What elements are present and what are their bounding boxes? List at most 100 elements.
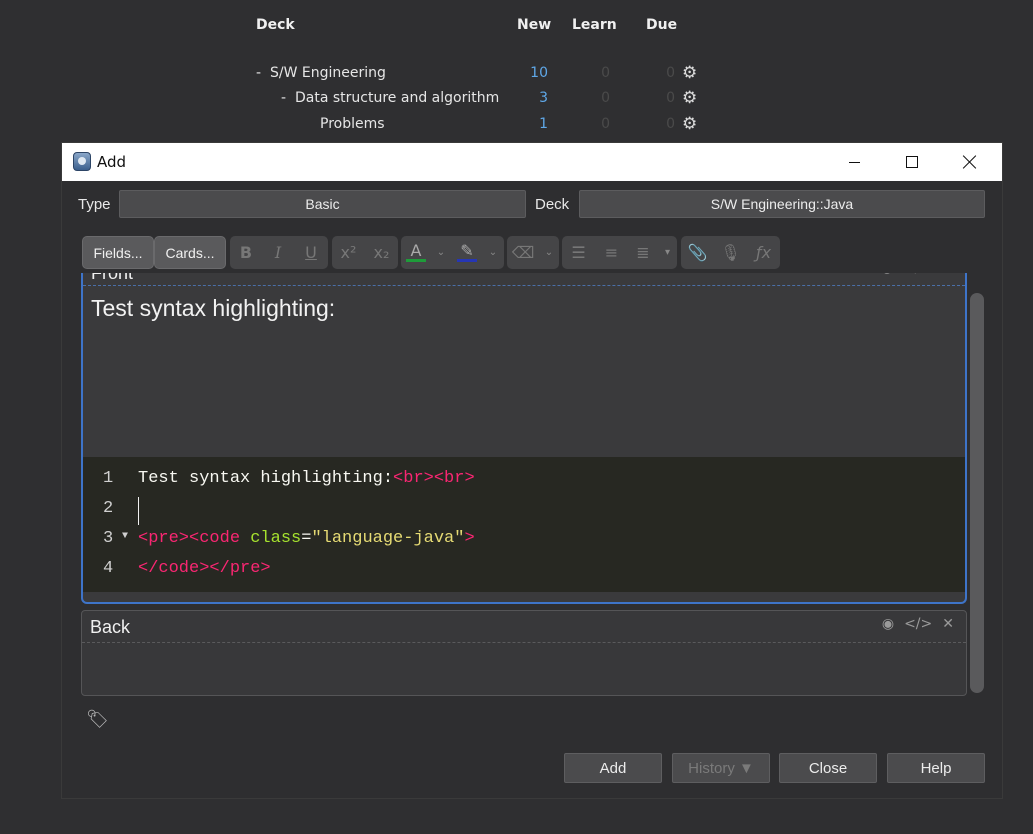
add-button[interactable]: Add (564, 753, 662, 783)
collapse-toggle[interactable]: - (281, 90, 286, 106)
code-attribute: class (250, 529, 302, 548)
due-count: 0 (666, 65, 675, 81)
close-icon (963, 155, 977, 169)
code-tag: </code></pre> (138, 559, 271, 578)
text-color-icon[interactable]: A (401, 236, 431, 269)
chevron-down-icon[interactable]: ⌄ (483, 236, 503, 269)
close-button[interactable]: Close (779, 753, 877, 783)
cards-button[interactable]: Cards... (154, 236, 226, 269)
note-type-chooser[interactable]: Basic (119, 190, 526, 218)
new-column-header: New (517, 17, 552, 33)
code-line: 2 (83, 497, 965, 529)
chevron-down-icon[interactable]: ⌄ (431, 236, 451, 269)
deck-label: Deck (535, 196, 570, 213)
code-string: "language-java" (311, 529, 465, 548)
back-field-icons: ◉ </> ✕ (882, 616, 954, 632)
window-title: Add (97, 153, 127, 171)
front-field-label: Front (91, 273, 134, 283)
chevron-down-icon[interactable]: ▾ (658, 236, 677, 269)
due-count: 0 (666, 116, 675, 132)
eraser-group: ⌫ ⌄ (507, 236, 559, 269)
subscript-icon[interactable]: x₂ (365, 236, 398, 269)
new-count: 1 (539, 116, 548, 132)
deck-name[interactable]: Problems (320, 116, 385, 132)
code-tag: <pre><code (138, 529, 251, 548)
color-group: A ⌄ ✎ ⌄ (401, 236, 504, 269)
gear-icon[interactable]: ⚙ (682, 63, 697, 83)
deck-name[interactable]: Data structure and algorithm (295, 90, 499, 106)
fields-button[interactable]: Fields... (82, 236, 154, 269)
code-plain-text: Test syntax highlighting: (138, 469, 394, 488)
deck-row[interactable]: - Data structure and algorithm 3 0 0 ⚙ (250, 88, 710, 114)
minimize-button[interactable] (825, 143, 883, 181)
deck-browser: Deck New Learn Due - S/W Engineering 10 … (250, 0, 710, 150)
italic-icon[interactable]: I (262, 236, 294, 269)
close-window-button[interactable] (941, 143, 999, 181)
deck-table-header: Deck New Learn Due (250, 17, 710, 37)
underline-icon[interactable]: U (294, 236, 328, 269)
add-dialog: Add Type Basic Deck S/W Engineering::Jav… (62, 143, 1002, 798)
chevron-down-icon[interactable]: ⌄ (539, 236, 559, 269)
learn-count: 0 (601, 90, 610, 106)
field-divider (83, 285, 965, 286)
line-number: 3 (103, 529, 114, 548)
minimize-icon (848, 161, 860, 163)
due-column-header: Due (646, 17, 678, 33)
microphone-icon[interactable]: 🎙 (714, 236, 747, 269)
fields-scrollbar[interactable] (970, 293, 984, 693)
function-icon[interactable]: ƒx (747, 236, 780, 269)
code-line: 4 </code></pre> (83, 559, 965, 589)
text-cursor (138, 497, 139, 525)
maximize-button[interactable] (883, 143, 941, 181)
collapse-toggle[interactable]: - (256, 65, 261, 81)
superscript-icon[interactable]: x² (332, 236, 365, 269)
fold-arrow-icon[interactable]: ▼ (122, 531, 128, 542)
attachment-icon[interactable]: 📎 (681, 236, 714, 269)
deck-row[interactable]: - S/W Engineering 10 0 0 ⚙ (250, 63, 710, 89)
code-line: 3 ▼ <pre><code class="language-java"> (83, 529, 965, 559)
eraser-icon[interactable]: ⌫ (507, 236, 539, 269)
back-field-label: Back (90, 617, 131, 637)
deck-chooser[interactable]: S/W Engineering::Java (579, 190, 985, 218)
code-text: Test syntax highlighting:<br><br> (138, 469, 475, 488)
line-number: 4 (103, 559, 114, 578)
html-editor-icon[interactable]: </> (904, 616, 932, 632)
new-count: 3 (539, 90, 548, 106)
unordered-list-icon[interactable]: ☰ (562, 236, 595, 269)
code-text: <pre><code class="language-java"> (138, 529, 475, 548)
deck-name[interactable]: S/W Engineering (270, 65, 386, 81)
media-group: 📎 🎙 ƒx (681, 236, 780, 269)
type-label: Type (78, 196, 111, 213)
learn-column-header: Learn (572, 17, 617, 33)
line-number: 2 (103, 499, 114, 518)
front-field[interactable]: Front ◉ </> ✕ Test syntax highlighting: … (81, 273, 967, 604)
pin-icon[interactable]: ✕ (941, 273, 953, 276)
gear-icon[interactable]: ⚙ (682, 88, 697, 108)
history-button[interactable]: History ▼ (672, 753, 770, 783)
align-icon[interactable]: ≣ (628, 236, 658, 269)
help-button[interactable]: Help (887, 753, 985, 783)
learn-count: 0 (601, 65, 610, 81)
pin-icon[interactable]: ✕ (942, 616, 954, 632)
front-rich-text[interactable]: Test syntax highlighting: (91, 295, 335, 322)
list-group: ☰ ≡ ≣ ▾ (562, 236, 677, 269)
code-line: 1 Test syntax highlighting:<br><br> (83, 469, 965, 499)
deck-column-header: Deck (256, 17, 295, 33)
highlight-color-icon[interactable]: ✎ (451, 236, 483, 269)
html-editor-icon[interactable]: </> (903, 273, 931, 276)
deck-row[interactable]: Problems 1 0 0 ⚙ (250, 114, 710, 140)
html-code-editor[interactable]: 1 Test syntax highlighting:<br><br> 2 3 … (83, 457, 965, 592)
due-count: 0 (666, 90, 675, 106)
ordered-list-icon[interactable]: ≡ (595, 236, 628, 269)
eye-icon[interactable]: ◉ (882, 616, 894, 632)
bold-icon[interactable]: B (230, 236, 262, 269)
format-group: B I U (230, 236, 328, 269)
fields-cards-group: Fields... Cards... (82, 236, 227, 269)
eye-icon[interactable]: ◉ (881, 273, 893, 276)
tag-icon[interactable]: 🏷 (86, 709, 109, 730)
gear-icon[interactable]: ⚙ (682, 114, 697, 134)
maximize-icon (906, 156, 918, 168)
back-field[interactable]: Back ◉ </> ✕ (81, 610, 967, 696)
new-count: 10 (530, 65, 548, 81)
anki-app-icon (73, 152, 91, 171)
